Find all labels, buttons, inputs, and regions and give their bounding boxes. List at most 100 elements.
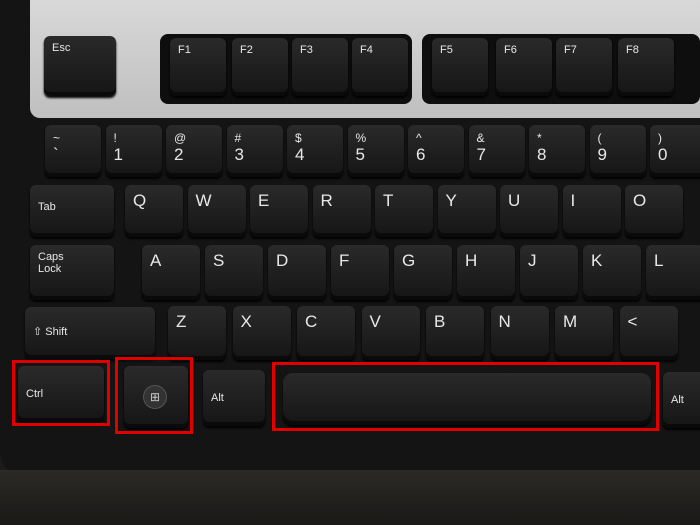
key-a[interactable]: A bbox=[142, 245, 200, 300]
key-label: H bbox=[465, 251, 478, 270]
key-shift-label: ^ bbox=[416, 131, 422, 145]
key-number-4[interactable]: $4 bbox=[287, 125, 343, 177]
key-j[interactable]: J bbox=[520, 245, 578, 300]
key-label: ⇧ Shift bbox=[33, 326, 68, 338]
key-label: R bbox=[320, 191, 333, 210]
key-bottom-1[interactable]: X bbox=[232, 306, 291, 360]
key-f4[interactable]: F4 bbox=[352, 38, 408, 96]
key-f8[interactable]: F8 bbox=[618, 38, 674, 96]
key-shift-label: ) bbox=[658, 131, 662, 145]
key-f6[interactable]: F6 bbox=[496, 38, 552, 96]
key-number-2[interactable]: @2 bbox=[166, 125, 222, 177]
key-bottom-2[interactable]: C bbox=[297, 306, 355, 360]
key-bottom-7[interactable]: < bbox=[619, 306, 678, 360]
key-label: Q bbox=[133, 191, 147, 210]
key-number-5[interactable]: % 5 bbox=[347, 125, 404, 177]
highlight-ctrl bbox=[12, 360, 110, 426]
highlight-space bbox=[272, 362, 659, 431]
table-surface bbox=[0, 470, 700, 525]
key-number-1[interactable]: ! 1 bbox=[105, 125, 162, 177]
key-f3[interactable]: F3 bbox=[292, 38, 348, 96]
key-alt-right[interactable]: Alt bbox=[663, 372, 700, 428]
key-label: ` bbox=[53, 145, 59, 164]
key-label: D bbox=[276, 251, 289, 270]
highlight-windows bbox=[115, 357, 193, 434]
key-y[interactable]: Y bbox=[437, 185, 496, 237]
key-f[interactable]: F bbox=[331, 245, 389, 300]
key-label: J bbox=[528, 251, 537, 270]
key-tab[interactable]: Tab bbox=[30, 185, 114, 237]
key-shift[interactable]: ⇧ Shift bbox=[25, 307, 155, 359]
key-bottom-0[interactable]: Z bbox=[168, 306, 226, 360]
key-w[interactable]: W bbox=[187, 185, 246, 237]
key-label: 9 bbox=[597, 145, 607, 164]
key-caps-lock[interactable]: Caps Lock bbox=[30, 245, 114, 300]
key-label: N bbox=[498, 312, 511, 331]
key-number-3[interactable]: #3 bbox=[226, 125, 283, 177]
key-t[interactable]: T bbox=[375, 185, 433, 237]
key-label: I bbox=[570, 191, 576, 210]
key-label: V bbox=[369, 312, 381, 331]
key-d[interactable]: D bbox=[268, 245, 326, 300]
key-g[interactable]: G bbox=[394, 245, 452, 300]
key-label: F1 bbox=[178, 44, 191, 56]
key-e[interactable]: E bbox=[250, 185, 308, 237]
key-label: 0 bbox=[658, 145, 668, 164]
key-label: E bbox=[258, 191, 270, 210]
key-f5[interactable]: F5 bbox=[432, 38, 488, 96]
key-u[interactable]: U bbox=[500, 185, 558, 237]
key-label: F3 bbox=[300, 44, 313, 56]
key-k[interactable]: K bbox=[583, 245, 641, 300]
key-number-7[interactable]: & 7 bbox=[468, 125, 525, 177]
key-i[interactable]: I bbox=[562, 185, 621, 237]
key-shift-label: ( bbox=[597, 131, 602, 145]
key-label: Y bbox=[445, 191, 457, 210]
key-shift-label: * bbox=[537, 131, 542, 145]
key-shift-label: ! bbox=[113, 131, 117, 145]
key-label: Tab bbox=[38, 201, 56, 213]
key-label: 6 bbox=[416, 145, 426, 164]
key-o[interactable]: O bbox=[625, 185, 683, 237]
key-shift-label: ~ bbox=[53, 131, 61, 145]
key-number-6[interactable]: ^ 6 bbox=[408, 125, 464, 177]
key-shift-label: & bbox=[476, 131, 485, 145]
key-label: W bbox=[195, 191, 212, 210]
key-label: 4 bbox=[295, 145, 305, 164]
key-label: 3 bbox=[234, 145, 244, 164]
key-bottom-6[interactable]: M bbox=[555, 306, 613, 360]
key-q[interactable]: Q bbox=[125, 185, 183, 237]
key-label: F8 bbox=[626, 44, 639, 56]
key-label: 1 bbox=[113, 145, 123, 164]
key-label: C bbox=[305, 312, 318, 331]
key-label: T bbox=[383, 191, 394, 210]
key-bottom-5[interactable]: N bbox=[490, 306, 549, 360]
key-label: Esc bbox=[52, 42, 71, 54]
key-f2[interactable]: F2 bbox=[232, 38, 288, 96]
key-bottom-4[interactable]: B bbox=[426, 306, 484, 360]
key-f7[interactable]: F7 bbox=[556, 38, 612, 96]
key-number-8[interactable]: * 8 bbox=[529, 125, 585, 177]
key-label: G bbox=[402, 251, 416, 270]
key-number-9[interactable]: (9 bbox=[589, 125, 646, 177]
key-label: F5 bbox=[440, 44, 453, 56]
key-number-10[interactable]: ) 0 bbox=[650, 125, 700, 177]
key-esc[interactable]: Esc bbox=[44, 36, 116, 96]
key-r[interactable]: R bbox=[312, 185, 371, 237]
key-bottom-3[interactable]: V bbox=[361, 306, 420, 360]
key-label: Z bbox=[176, 312, 187, 331]
key-f1[interactable]: F1 bbox=[170, 38, 226, 96]
key-label: F4 bbox=[360, 44, 373, 56]
key-label: M bbox=[563, 312, 578, 331]
key-s[interactable]: S bbox=[205, 245, 263, 300]
key-label: O bbox=[633, 191, 647, 210]
key-h[interactable]: H bbox=[457, 245, 515, 300]
key-alt-left[interactable]: Alt bbox=[203, 370, 265, 426]
key-number-0[interactable]: ~ ` bbox=[45, 125, 101, 177]
key-label: S bbox=[213, 251, 225, 270]
shift-label: Shift bbox=[45, 326, 68, 338]
key-label: 8 bbox=[537, 145, 547, 164]
key-label: Caps Lock bbox=[38, 251, 64, 275]
key-l[interactable]: L bbox=[646, 245, 700, 300]
key-label: < bbox=[627, 312, 638, 331]
key-label: U bbox=[508, 191, 521, 210]
